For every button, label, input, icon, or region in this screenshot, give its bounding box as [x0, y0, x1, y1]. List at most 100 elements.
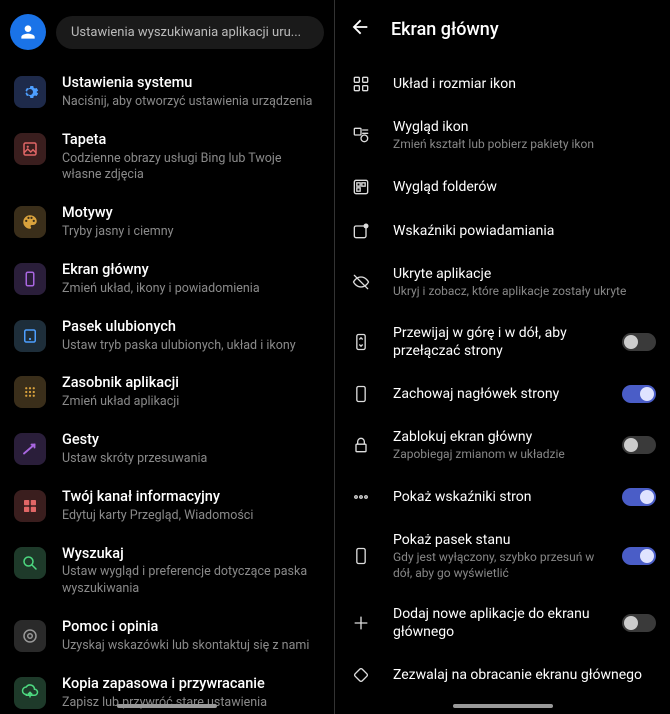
folder-icon [349, 177, 373, 197]
settings-item-subtitle: Ustaw skróty przesuwania [62, 451, 320, 468]
option-text: Zezwalaj na obracanie ekranu głównego [393, 666, 656, 684]
option-subtitle: Zmień kształt lub pobierz pakiety ikon [393, 137, 656, 153]
option-text: Zachowaj nagłówek strony [393, 385, 602, 403]
option-rotate[interactable]: Zezwalaj na obracanie ekranu głównego [335, 653, 670, 697]
badge-icon [349, 221, 373, 241]
settings-item-title: Twój kanał informacyjny [62, 488, 320, 507]
toggle-switch[interactable] [622, 614, 656, 632]
iconlook-icon [349, 125, 373, 145]
nav-indicator [453, 704, 553, 708]
option-phone2[interactable]: Zachowaj nagłówek strony [335, 372, 670, 416]
option-text: Układ i rozmiar ikon [393, 75, 656, 93]
plus-icon [349, 613, 373, 633]
settings-item-title: Kopia zapasowa i przywracanie [62, 675, 320, 694]
option-title: Ukryte aplikacje [393, 265, 656, 283]
home-screen-settings-pane: Ekran główny Układ i rozmiar ikon Wygląd… [335, 0, 670, 714]
settings-item-title: Ekran główny [62, 261, 320, 280]
option-title: Wygląd ikon [393, 118, 656, 136]
option-title: Zachowaj nagłówek strony [393, 385, 602, 403]
settings-item-title: Pomoc i opinia [62, 618, 320, 637]
option-dots[interactable]: Pokaż wskaźniki stron [335, 475, 670, 519]
settings-item-image[interactable]: Tapeta Codzienne obrazy usługi Bing lub … [0, 121, 334, 195]
option-title: Wygląd folderów [393, 178, 656, 196]
feed-icon [14, 490, 46, 522]
dock-icon [14, 320, 46, 352]
settings-item-search[interactable]: Wyszukaj Ustaw wygląd i preferencje doty… [0, 535, 334, 609]
settings-item-text: Ekran główny Zmień układ, ikony i powiad… [62, 261, 320, 298]
option-title: Układ i rozmiar ikon [393, 75, 656, 93]
option-hidden[interactable]: Ukryte aplikacje Ukryj i zobacz, które a… [335, 253, 670, 312]
rotate-icon [349, 665, 373, 685]
option-text: Zablokuj ekran główny Zapobiegaj zmianom… [393, 428, 602, 463]
toggle-switch[interactable] [622, 333, 656, 351]
option-title: Zablokuj ekran główny [393, 428, 602, 446]
help-icon [14, 620, 46, 652]
settings-main-pane: Ustawienia wyszukiwania aplikacji uru...… [0, 0, 335, 714]
option-plus[interactable]: Dodaj nowe aplikacje do ekranu głównego [335, 593, 670, 653]
settings-item-title: Zasobnik aplikacji [62, 374, 320, 393]
settings-item-subtitle: Zmień układ aplikacji [62, 394, 320, 411]
settings-item-text: Ustawienia systemu Naciśnij, aby otworzy… [62, 74, 320, 111]
option-title: Zezwalaj na obracanie ekranu głównego [393, 666, 656, 684]
settings-item-help[interactable]: Pomoc i opinia Uzyskaj wskazówki lub sko… [0, 608, 334, 665]
settings-item-palette[interactable]: Motywy Tryby jasny i ciemny [0, 194, 334, 251]
settings-item-gesture[interactable]: Gesty Ustaw skróty przesuwania [0, 421, 334, 478]
page-title: Ekran główny [391, 19, 499, 40]
toggle-switch[interactable] [622, 488, 656, 506]
settings-item-phone[interactable]: Ekran główny Zmień układ, ikony i powiad… [0, 251, 334, 308]
option-lock[interactable]: Zablokuj ekran główny Zapobiegaj zmianom… [335, 416, 670, 475]
option-subtitle: Zapobiegaj zmianom w układzie [393, 447, 602, 463]
settings-item-text: Motywy Tryby jasny i ciemny [62, 204, 320, 241]
option-text: Wygląd ikon Zmień kształt lub pobierz pa… [393, 118, 656, 153]
option-text: Wygląd folderów [393, 178, 656, 196]
toggle-switch[interactable] [622, 436, 656, 454]
option-text: Pokaż pasek stanu Gdy jest wyłączony, sz… [393, 531, 602, 581]
settings-item-text: Pomoc i opinia Uzyskaj wskazówki lub sko… [62, 618, 320, 655]
option-scroll[interactable]: Przewijaj w górę i w dół, aby przełączać… [335, 312, 670, 372]
right-header: Ekran główny [335, 0, 670, 56]
search-icon [14, 547, 46, 579]
option-iconlook[interactable]: Wygląd ikon Zmień kształt lub pobierz pa… [335, 106, 670, 165]
hidden-icon [349, 272, 373, 292]
settings-item-dock[interactable]: Pasek ulubionych Ustaw tryb paska ulubio… [0, 308, 334, 365]
option-badge[interactable]: Wskaźniki powiadamiania [335, 209, 670, 253]
option-layout[interactable]: Układ i rozmiar ikon [335, 62, 670, 106]
option-text: Wskaźniki powiadamiania [393, 222, 656, 240]
dots-icon [349, 487, 373, 507]
settings-item-gear[interactable]: Ustawienia systemu Naciśnij, aby otworzy… [0, 64, 334, 121]
settings-item-text: Twój kanał informacyjny Edytuj karty Prz… [62, 488, 320, 525]
phone2-icon [349, 546, 373, 566]
back-button[interactable] [349, 16, 371, 42]
settings-item-title: Pasek ulubionych [62, 318, 320, 337]
option-text: Pokaż wskaźniki stron [393, 488, 602, 506]
settings-item-feed[interactable]: Twój kanał informacyjny Edytuj karty Prz… [0, 478, 334, 535]
option-text: Przewijaj w górę i w dół, aby przełączać… [393, 324, 602, 360]
toggle-switch[interactable] [622, 547, 656, 565]
search-input[interactable]: Ustawienia wyszukiwania aplikacji uru... [56, 16, 324, 49]
option-subtitle: Gdy jest wyłączony, szybko przesuń w dół… [393, 550, 602, 581]
lock-icon [349, 435, 373, 455]
settings-item-title: Motywy [62, 204, 320, 223]
settings-item-subtitle: Zmień układ, ikony i powiadomienia [62, 281, 320, 298]
settings-list: Ustawienia systemu Naciśnij, aby otworzy… [0, 60, 334, 714]
toggle-switch[interactable] [622, 385, 656, 403]
account-avatar-button[interactable] [10, 14, 46, 50]
settings-item-subtitle: Tryby jasny i ciemny [62, 224, 320, 241]
option-phone2[interactable]: Pokaż pasek stanu Gdy jest wyłączony, sz… [335, 519, 670, 593]
settings-item-text: Tapeta Codzienne obrazy usługi Bing lub … [62, 131, 320, 185]
settings-item-subtitle: Edytuj karty Przegląd, Wiadomości [62, 508, 320, 525]
settings-item-grid[interactable]: Zasobnik aplikacji Zmień układ aplikacji [0, 364, 334, 421]
settings-item-subtitle: Uzyskaj wskazówki lub skontaktuj się z n… [62, 638, 320, 655]
settings-item-title: Wyszukaj [62, 545, 320, 564]
option-text: Ukryte aplikacje Ukryj i zobacz, które a… [393, 265, 656, 300]
settings-item-title: Tapeta [62, 131, 320, 150]
settings-item-subtitle: Naciśnij, aby otworzyć ustawienia urządz… [62, 94, 320, 111]
option-title: Wskaźniki powiadamiania [393, 222, 656, 240]
gear-icon [14, 76, 46, 108]
gesture-icon [14, 433, 46, 465]
option-text: Dodaj nowe aplikacje do ekranu głównego [393, 605, 602, 641]
backup-icon [14, 677, 46, 709]
settings-item-text: Pasek ulubionych Ustaw tryb paska ulubio… [62, 318, 320, 355]
person-icon [18, 22, 38, 42]
option-folder[interactable]: Wygląd folderów [335, 165, 670, 209]
